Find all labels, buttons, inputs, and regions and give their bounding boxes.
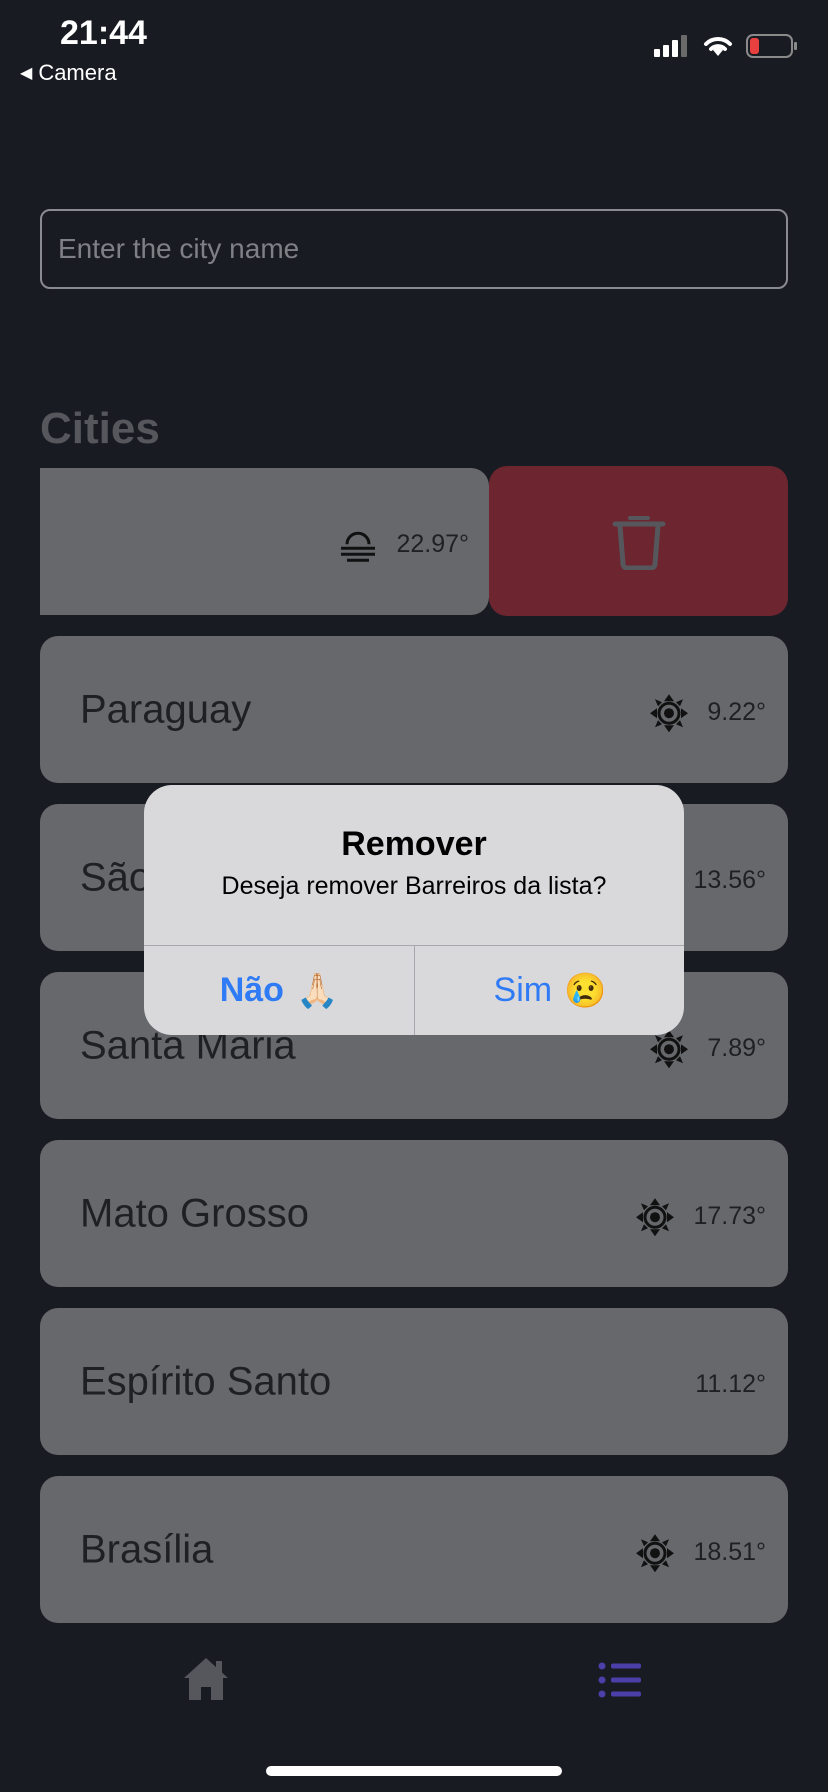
city-temp: 9.22° bbox=[707, 698, 766, 727]
alert-no-label: Não bbox=[219, 971, 284, 1009]
section-title: Cities bbox=[40, 404, 160, 453]
city-temp: 13.56° bbox=[693, 865, 766, 894]
city-temp: 17.73° bbox=[693, 1202, 766, 1231]
fog-icon bbox=[341, 531, 376, 562]
city-name: Espírito Santo bbox=[80, 1359, 332, 1403]
remove-city-alert: Remover Deseja remover Barreiros da list… bbox=[144, 785, 684, 1035]
home-indicator[interactable] bbox=[266, 1766, 562, 1776]
city-card[interactable]: Mato Grosso 17.73° bbox=[40, 1140, 788, 1287]
sun-icon bbox=[636, 1533, 675, 1572]
back-triangle-icon: ◀ bbox=[20, 65, 33, 82]
back-app-label: Camera bbox=[38, 60, 117, 85]
alert-yes-button[interactable]: Sim 😢 bbox=[415, 946, 684, 1035]
city-card[interactable]: Paraguay 9.22° bbox=[40, 636, 788, 783]
sun-icon bbox=[636, 1197, 675, 1236]
list-icon bbox=[598, 1662, 641, 1698]
sun-icon bbox=[650, 693, 689, 732]
alert-yes-label: Sim bbox=[493, 971, 553, 1009]
alert-message: Deseja remover Barreiros da lista? bbox=[221, 872, 607, 900]
back-to-app-link[interactable]: ◀ Camera bbox=[20, 60, 117, 86]
alert-no-button[interactable]: Não 🙏🏻 bbox=[144, 946, 414, 1035]
trash-icon bbox=[612, 516, 665, 570]
city-name: Mato Grosso bbox=[80, 1191, 309, 1235]
city-temp: 18.51° bbox=[693, 1538, 766, 1567]
city-name: São bbox=[80, 855, 152, 899]
battery-low-icon bbox=[746, 34, 797, 58]
swiped-card-temp: 22.97° bbox=[396, 530, 469, 559]
city-temp: 11.12° bbox=[695, 1369, 766, 1398]
praying-hands-emoji: 🙏🏻 bbox=[295, 971, 339, 1010]
city-name: Paraguay bbox=[80, 687, 252, 731]
city-card[interactable]: Espírito Santo 11.12° bbox=[40, 1308, 788, 1455]
tab-list[interactable] bbox=[598, 1662, 642, 1702]
city-temp: 7.89° bbox=[707, 1034, 766, 1063]
city-card[interactable]: Brasília 18.51° bbox=[40, 1476, 788, 1623]
status-time: 21:44 bbox=[60, 14, 147, 52]
signal-icon bbox=[654, 35, 687, 57]
tab-home[interactable] bbox=[182, 1656, 230, 1706]
crying-face-emoji: 😢 bbox=[564, 971, 607, 1010]
status-icons bbox=[654, 34, 798, 58]
delete-city-button[interactable] bbox=[489, 466, 788, 616]
city-search-input[interactable] bbox=[40, 209, 788, 289]
wifi-icon bbox=[704, 37, 732, 56]
swiped-city-card[interactable]: 22.97° bbox=[40, 468, 489, 615]
city-name: Brasília bbox=[80, 1527, 214, 1571]
home-icon bbox=[184, 1658, 228, 1700]
alert-title: Remover bbox=[341, 825, 487, 863]
